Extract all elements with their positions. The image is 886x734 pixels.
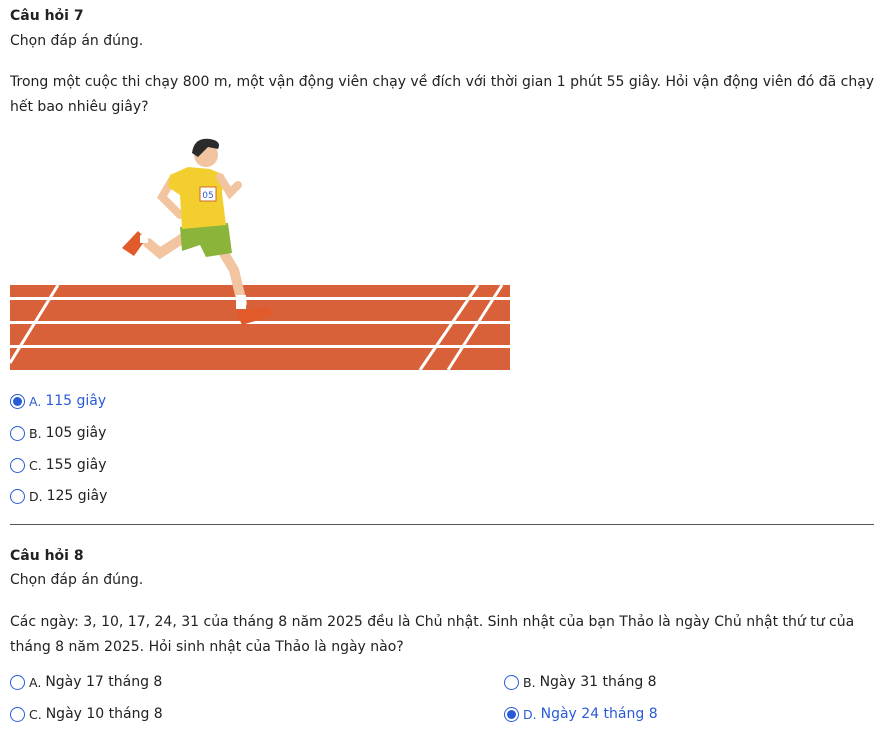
q7-option-a[interactable]: A. 115 giây	[10, 391, 106, 411]
radio-checked-icon[interactable]	[10, 393, 25, 409]
question-8-title: Câu hỏi 8	[10, 548, 84, 564]
runner-illustration: 05	[10, 138, 510, 371]
question-8-instruction: Chọn đáp án đúng.	[10, 572, 144, 588]
q7-option-d[interactable]: D. 125 giây	[10, 486, 107, 506]
radio-unchecked-icon[interactable]	[504, 674, 519, 690]
radio-unchecked-icon[interactable]	[10, 457, 25, 473]
q7-option-c[interactable]: C. 155 giây	[10, 455, 107, 475]
q8-option-b[interactable]: B. Ngày 31 tháng 8	[504, 672, 657, 692]
q8-option-a[interactable]: A. Ngày 17 tháng 8	[10, 672, 162, 692]
q7-option-b[interactable]: B. 105 giây	[10, 423, 106, 443]
radio-unchecked-icon[interactable]	[10, 425, 25, 441]
q8-option-c[interactable]: C. Ngày 10 tháng 8	[10, 704, 163, 724]
q8-option-d[interactable]: D. Ngày 24 tháng 8	[504, 704, 658, 724]
question-8-text: Các ngày: 3, 10, 17, 24, 31 của tháng 8 …	[10, 614, 855, 655]
radio-checked-icon[interactable]	[504, 706, 519, 722]
question-7-instruction: Chọn đáp án đúng.	[10, 33, 144, 49]
question-7-text: Trong một cuộc thi chạy 800 m, một vận đ…	[10, 74, 875, 115]
quiz-page: Câu hỏi 7 Chọn đáp án đúng. Trong một cu…	[0, 0, 886, 734]
running-track	[10, 284, 510, 371]
radio-unchecked-icon[interactable]	[10, 488, 25, 504]
bib-number: 05	[202, 191, 213, 201]
radio-unchecked-icon[interactable]	[10, 674, 25, 690]
question-divider	[10, 524, 874, 525]
radio-unchecked-icon[interactable]	[10, 706, 25, 722]
question-7-title: Câu hỏi 7	[10, 8, 84, 24]
